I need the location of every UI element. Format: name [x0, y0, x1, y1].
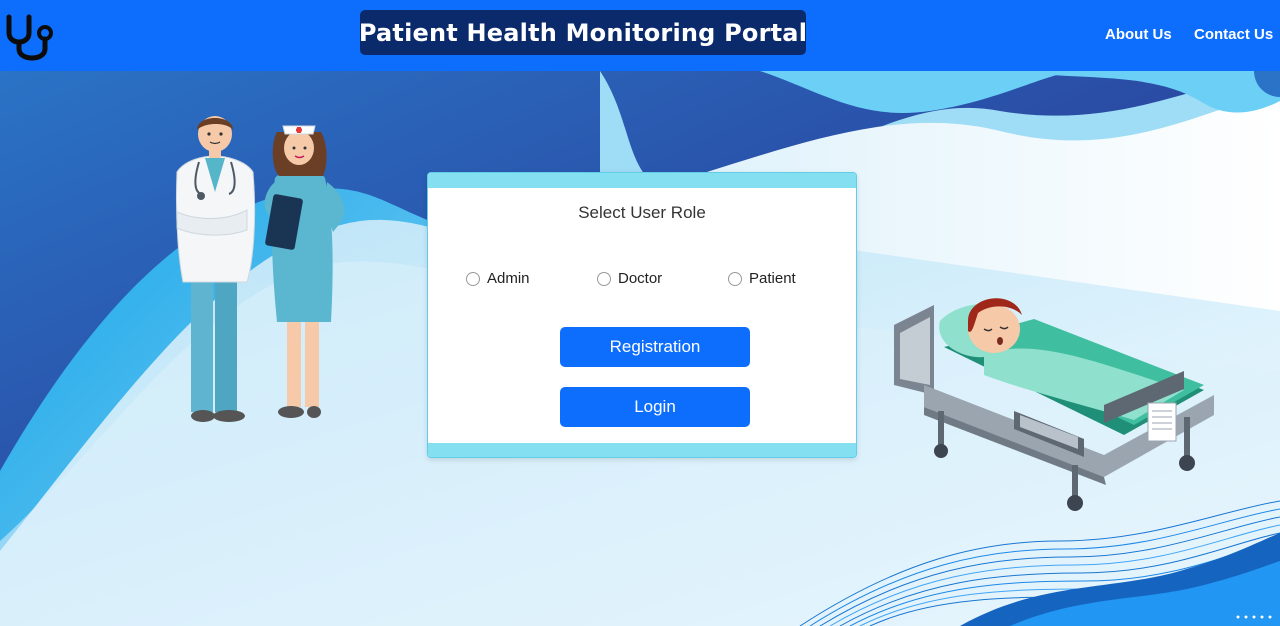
page-title-box: Patient Health Monitoring Portal — [358, 10, 808, 55]
nav-about-us[interactable]: About Us — [1105, 26, 1172, 43]
page-title: Patient Health Monitoring Portal — [358, 18, 808, 47]
admin-radio[interactable] — [466, 271, 480, 286]
patient-in-hospital-bed-illustration — [894, 298, 1214, 511]
doctor-figure — [175, 116, 256, 422]
patient-radio-label: Patient — [749, 270, 796, 287]
role-option-doctor[interactable]: Doctor — [597, 270, 662, 287]
page: Patient Health Monitoring Portal About U… — [0, 0, 1280, 626]
role-option-patient[interactable]: Patient — [728, 270, 796, 287]
stethoscope-icon[interactable] — [5, 11, 57, 63]
role-selection-card: Select User Role Admin Doctor Patient Re… — [427, 172, 857, 458]
role-heading: Select User Role — [578, 203, 706, 222]
role-option-admin[interactable]: Admin — [466, 270, 530, 287]
card-bottom-bar — [428, 443, 856, 457]
login-button[interactable]: Login — [560, 387, 750, 427]
nav-contact-us[interactable]: Contact Us — [1194, 26, 1273, 43]
header-bar: Patient Health Monitoring Portal About U… — [0, 0, 1280, 71]
patient-radio[interactable] — [728, 271, 742, 286]
doctor-radio-label: Doctor — [618, 270, 663, 287]
registration-button[interactable]: Registration — [560, 327, 750, 367]
doctor-radio[interactable] — [597, 271, 611, 286]
card-top-bar — [428, 173, 856, 188]
nurse-figure — [264, 125, 345, 418]
doctor-and-nurse-illustration — [175, 116, 345, 422]
admin-radio-label: Admin — [487, 270, 530, 287]
